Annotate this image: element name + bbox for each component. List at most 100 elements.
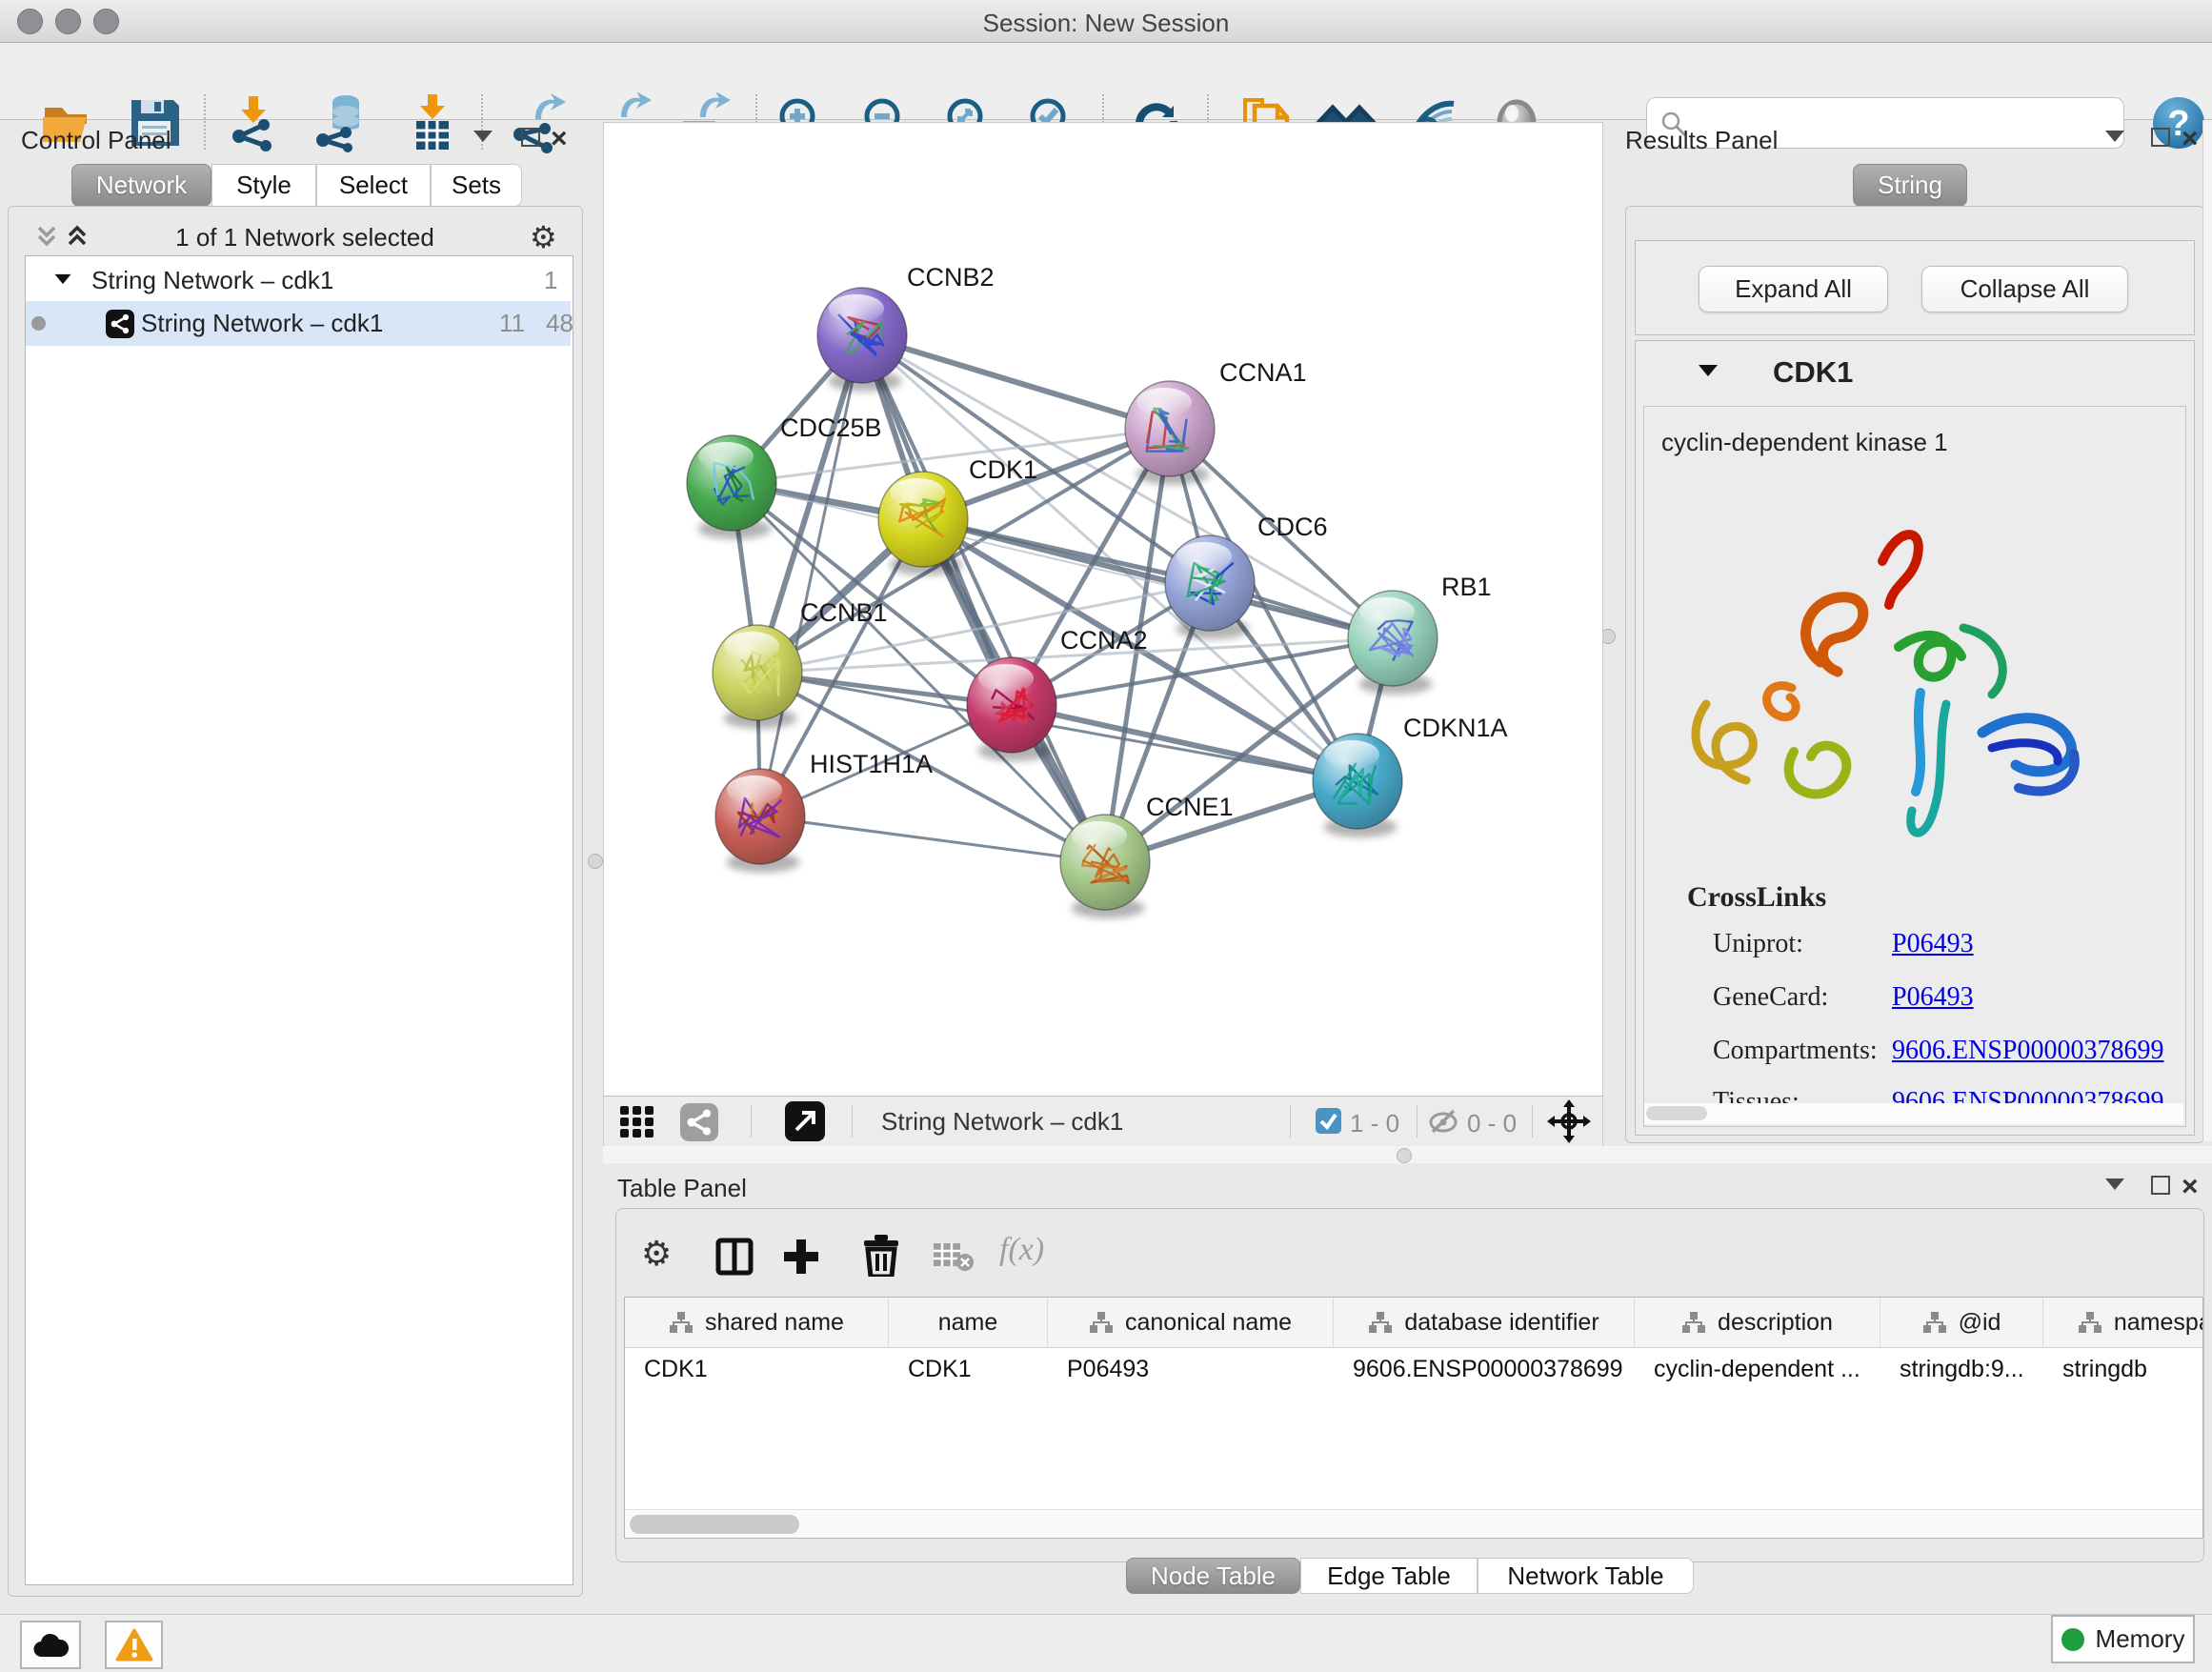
tab-network[interactable]: Network	[71, 164, 211, 207]
table-panel-menu-icon[interactable]	[2105, 1178, 2124, 1190]
node-label-CCNA2: CCNA2	[1060, 626, 1148, 655]
network-edge[interactable]	[862, 335, 1105, 862]
warning-button[interactable]	[105, 1621, 163, 1669]
hidden-count: 0 - 0	[1467, 1109, 1517, 1138]
table-gear-icon[interactable]: ⚙	[641, 1234, 672, 1274]
selected-checkbox-icon[interactable]	[1316, 1108, 1341, 1134]
network-list: String Network – cdk1 1 String Network –…	[25, 255, 573, 1585]
results-panel-close-icon[interactable]: ×	[2182, 130, 2199, 149]
node-label-CCNB1: CCNB1	[800, 598, 888, 627]
open-in-window-icon[interactable]	[785, 1101, 825, 1141]
table-horizontal-scrollbar[interactable]	[625, 1509, 2202, 1539]
gene-name: CDK1	[1773, 355, 1853, 390]
control-panel-float-icon[interactable]	[521, 128, 540, 147]
cell-description[interactable]: cyclin-dependent ...	[1635, 1347, 1880, 1391]
results-vertical-scrollbar[interactable]	[2202, 120, 2212, 1141]
gene-collapse-icon[interactable]	[1699, 365, 1718, 376]
control-panel: Control Panel × Network Style Select Set…	[0, 120, 589, 1606]
crosslinks-title: CrossLinks	[1687, 881, 1826, 914]
crosslink-genecard-link[interactable]: P06493	[1892, 982, 1974, 1013]
network-node-CCNA1[interactable]: CCNA1	[1125, 358, 1307, 485]
network-edge-count: 48	[546, 309, 573, 338]
node-label-CCNB2: CCNB2	[907, 263, 995, 292]
control-panel-menu-icon[interactable]	[473, 131, 493, 142]
column-header-canonical-name[interactable]: canonical name	[1048, 1298, 1334, 1347]
network-node-CCNB2[interactable]: CCNB2	[817, 263, 995, 392]
birdseye-grid-icon[interactable]	[618, 1105, 666, 1138]
delete-column-icon[interactable]	[862, 1235, 900, 1277]
network-node-CCNB1[interactable]: CCNB1	[713, 598, 888, 729]
cell-database-identifier[interactable]: 9606.ENSP00000378699	[1334, 1347, 1635, 1391]
column-header-database-identifier[interactable]: database identifier	[1334, 1298, 1635, 1347]
node-label-CCNA1: CCNA1	[1219, 358, 1307, 387]
results-panel-float-icon[interactable]	[2151, 128, 2170, 147]
tab-style[interactable]: Style	[211, 164, 316, 207]
tab-node-table[interactable]: Node Table	[1126, 1558, 1300, 1594]
results-buttons-box: Expand All Collapse All	[1635, 240, 2195, 335]
network-view-title: String Network – cdk1	[881, 1107, 1123, 1137]
expand-all-button[interactable]: Expand All	[1699, 266, 1888, 312]
network-node-CDC6[interactable]: CDC6	[1165, 513, 1328, 639]
show-columns-icon[interactable]	[715, 1238, 754, 1276]
network-node-RB1[interactable]: RB1	[1348, 573, 1492, 695]
cell-namespace[interactable]: stringdb	[2043, 1347, 2203, 1391]
results-panel-menu-icon[interactable]	[2105, 131, 2124, 142]
footer-separator	[1290, 1105, 1291, 1138]
cell-shared-name[interactable]: CDK1	[625, 1347, 889, 1391]
network-node-HIST1H1A[interactable]: HIST1H1A	[715, 750, 933, 873]
tab-select[interactable]: Select	[316, 164, 431, 207]
column-header-name[interactable]: name	[889, 1298, 1048, 1347]
crosslink-compartments-link[interactable]: 9606.ENSP00000378699	[1892, 1036, 2163, 1066]
tree-expand-icon[interactable]	[55, 274, 71, 284]
tab-sets[interactable]: Sets	[431, 164, 522, 207]
column-header--id[interactable]: @id	[1880, 1298, 2043, 1347]
table-panel-close-icon[interactable]: ×	[2182, 1178, 2199, 1197]
control-panel-title: Control Panel	[21, 126, 171, 155]
crosslink-uniprot-link[interactable]: P06493	[1892, 929, 1974, 959]
memory-button[interactable]: Memory	[2051, 1615, 2195, 1663]
left-splitter-handle[interactable]	[588, 854, 603, 869]
table-panel-float-icon[interactable]	[2151, 1176, 2170, 1195]
footer-separator	[1417, 1105, 1418, 1138]
scrollbar-thumb[interactable]	[1646, 1106, 1707, 1120]
collapse-all-chevron-icon[interactable]	[32, 222, 61, 251]
node-table: shared namenamecanonical namedatabase id…	[624, 1297, 2203, 1539]
window-title-bar: Session: New Session	[0, 0, 2212, 43]
string-view-icon[interactable]	[680, 1103, 718, 1141]
tab-network-table[interactable]: Network Table	[1478, 1558, 1694, 1594]
network-edge[interactable]	[862, 335, 1170, 429]
network-node-CDK1[interactable]: CDK1	[878, 455, 1037, 575]
shared-column-icon	[1089, 1311, 1114, 1334]
memory-label: Memory	[2096, 1624, 2185, 1654]
crosshair-icon[interactable]	[1547, 1099, 1591, 1143]
cloud-button[interactable]	[20, 1621, 81, 1669]
network-panel-gear-icon[interactable]: ⚙	[530, 219, 557, 255]
shared-column-icon	[2078, 1311, 2102, 1334]
network-collection-row[interactable]: String Network – cdk1 1	[26, 264, 571, 301]
collapse-all-button[interactable]: Collapse All	[1921, 266, 2128, 312]
network-edge[interactable]	[760, 816, 1105, 862]
network-node-CCNE1[interactable]: CCNE1	[1060, 793, 1234, 918]
control-panel-close-icon[interactable]: ×	[551, 130, 568, 149]
add-column-icon[interactable]	[780, 1236, 822, 1278]
network-node-CDKN1A[interactable]: CDKN1A	[1313, 714, 1508, 837]
cell-canonical-name[interactable]: P06493	[1048, 1347, 1334, 1391]
network-selected-summary: 1 of 1 Network selected	[114, 223, 495, 252]
results-horizontal-scrollbar[interactable]	[1644, 1103, 2183, 1124]
tab-string[interactable]: String	[1853, 164, 1967, 207]
expand-all-chevron-icon[interactable]	[63, 222, 91, 251]
column-header-shared-name[interactable]: shared name	[625, 1298, 889, 1347]
cell-name[interactable]: CDK1	[889, 1347, 1048, 1391]
bottom-splitter-handle[interactable]	[1397, 1148, 1412, 1163]
network-row-selected[interactable]: String Network – cdk1 11 48	[26, 301, 571, 346]
column-header-description[interactable]: description	[1635, 1298, 1880, 1347]
tab-edge-table[interactable]: Edge Table	[1300, 1558, 1478, 1594]
gene-description: cyclin-dependent kinase 1	[1661, 428, 1948, 457]
cell--id[interactable]: stringdb:9...	[1880, 1347, 2043, 1391]
cloud-icon	[32, 1633, 69, 1658]
warning-icon	[115, 1628, 153, 1662]
node-label-CCNE1: CCNE1	[1146, 793, 1234, 821]
crosslink-label: GeneCard:	[1713, 982, 1828, 1013]
column-header-namespace[interactable]: namespace	[2043, 1298, 2203, 1347]
scrollbar-thumb[interactable]	[630, 1515, 799, 1534]
